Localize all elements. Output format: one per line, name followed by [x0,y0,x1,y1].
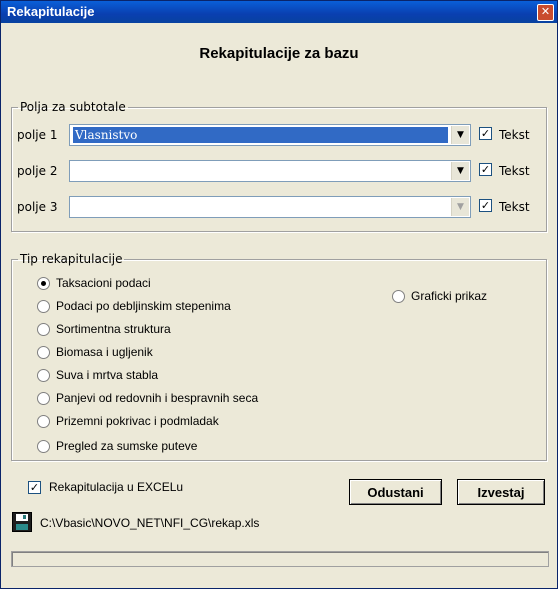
report-button[interactable]: Izvestaj [457,479,545,505]
polje-1-combo[interactable]: Vlasnistvo ▼ [69,124,471,146]
radio-prizemni[interactable] [37,415,50,428]
floppy-disk-icon[interactable] [12,512,32,532]
close-icon[interactable]: ✕ [537,4,554,21]
option-label: Prizemni pokrivac i podmladak [56,414,219,428]
progress-bar [11,551,549,567]
polje-2-tekst-label: Tekst [499,164,530,178]
option-label: Taksacioni podaci [56,276,151,290]
polje-2-combo[interactable]: ▼ [69,160,471,182]
floppy-body-part [16,524,28,530]
subtotals-legend: Polja za subtotale [20,100,126,114]
chevron-down-icon[interactable]: ▼ [451,126,469,144]
chevron-down-icon[interactable]: ▼ [451,162,469,180]
polje-2-value [73,163,448,179]
title-bar[interactable]: Rekapitulacije ✕ [1,1,557,23]
radio-graficki[interactable] [392,290,405,303]
polje-3-tekst-label: Tekst [499,200,530,214]
polje-1-label: polje 1 [17,128,58,142]
excel-checkbox[interactable]: ✓ [28,481,41,494]
radio-panjevi[interactable] [37,392,50,405]
floppy-label-part [16,514,28,521]
chevron-down-icon[interactable]: ▼ [451,198,469,216]
radio-biomasa[interactable] [37,346,50,359]
option-label: Panjevi od redovnih i bespravnih seca [56,391,259,405]
floppy-shutter-part [23,515,26,519]
polje-2-label: polje 2 [17,164,58,178]
radio-sortimentna[interactable] [37,323,50,336]
option-label: Graficki prikaz [411,289,488,303]
dialog-heading: Rekapitulacije za bazu [199,45,359,62]
option-label: Biomasa i ugljenik [56,345,153,359]
file-path: C:\Vbasic\NOVO_NET\NFI_CG\rekap.xls [40,516,260,530]
dialog-window: Rekapitulacije ✕ Rekapitulacije za bazu … [0,0,558,589]
polje-2-tekst-checkbox[interactable]: ✓ [479,163,492,176]
option-label: Suva i mrtva stabla [56,368,159,382]
radio-taksacioni[interactable] [37,277,50,290]
option-label: Sortimentna struktura [56,322,171,336]
polje-1-value: Vlasnistvo [72,126,449,144]
polje-3-label: polje 3 [17,200,58,214]
window-title: Rekapitulacije [7,4,95,19]
cancel-button[interactable]: Odustani [349,479,442,505]
recap-type-legend: Tip rekapitulacije [20,252,123,266]
polje-1-tekst-label: Tekst [499,128,530,142]
polje-3-tekst-checkbox[interactable]: ✓ [479,199,492,212]
radio-sumske-puteve[interactable] [37,440,50,453]
polje-1-tekst-checkbox[interactable]: ✓ [479,127,492,140]
radio-selected-dot [41,281,46,286]
polje-3-value [73,199,448,215]
option-label: Pregled za sumske puteve [56,439,198,453]
excel-checkbox-label: Rekapitulacija u EXCELu [49,480,184,494]
radio-suva-stabla[interactable] [37,369,50,382]
radio-debljinski[interactable] [37,300,50,313]
option-label: Podaci po debljinskim stepenima [56,299,231,313]
polje-3-combo[interactable]: ▼ [69,196,471,218]
